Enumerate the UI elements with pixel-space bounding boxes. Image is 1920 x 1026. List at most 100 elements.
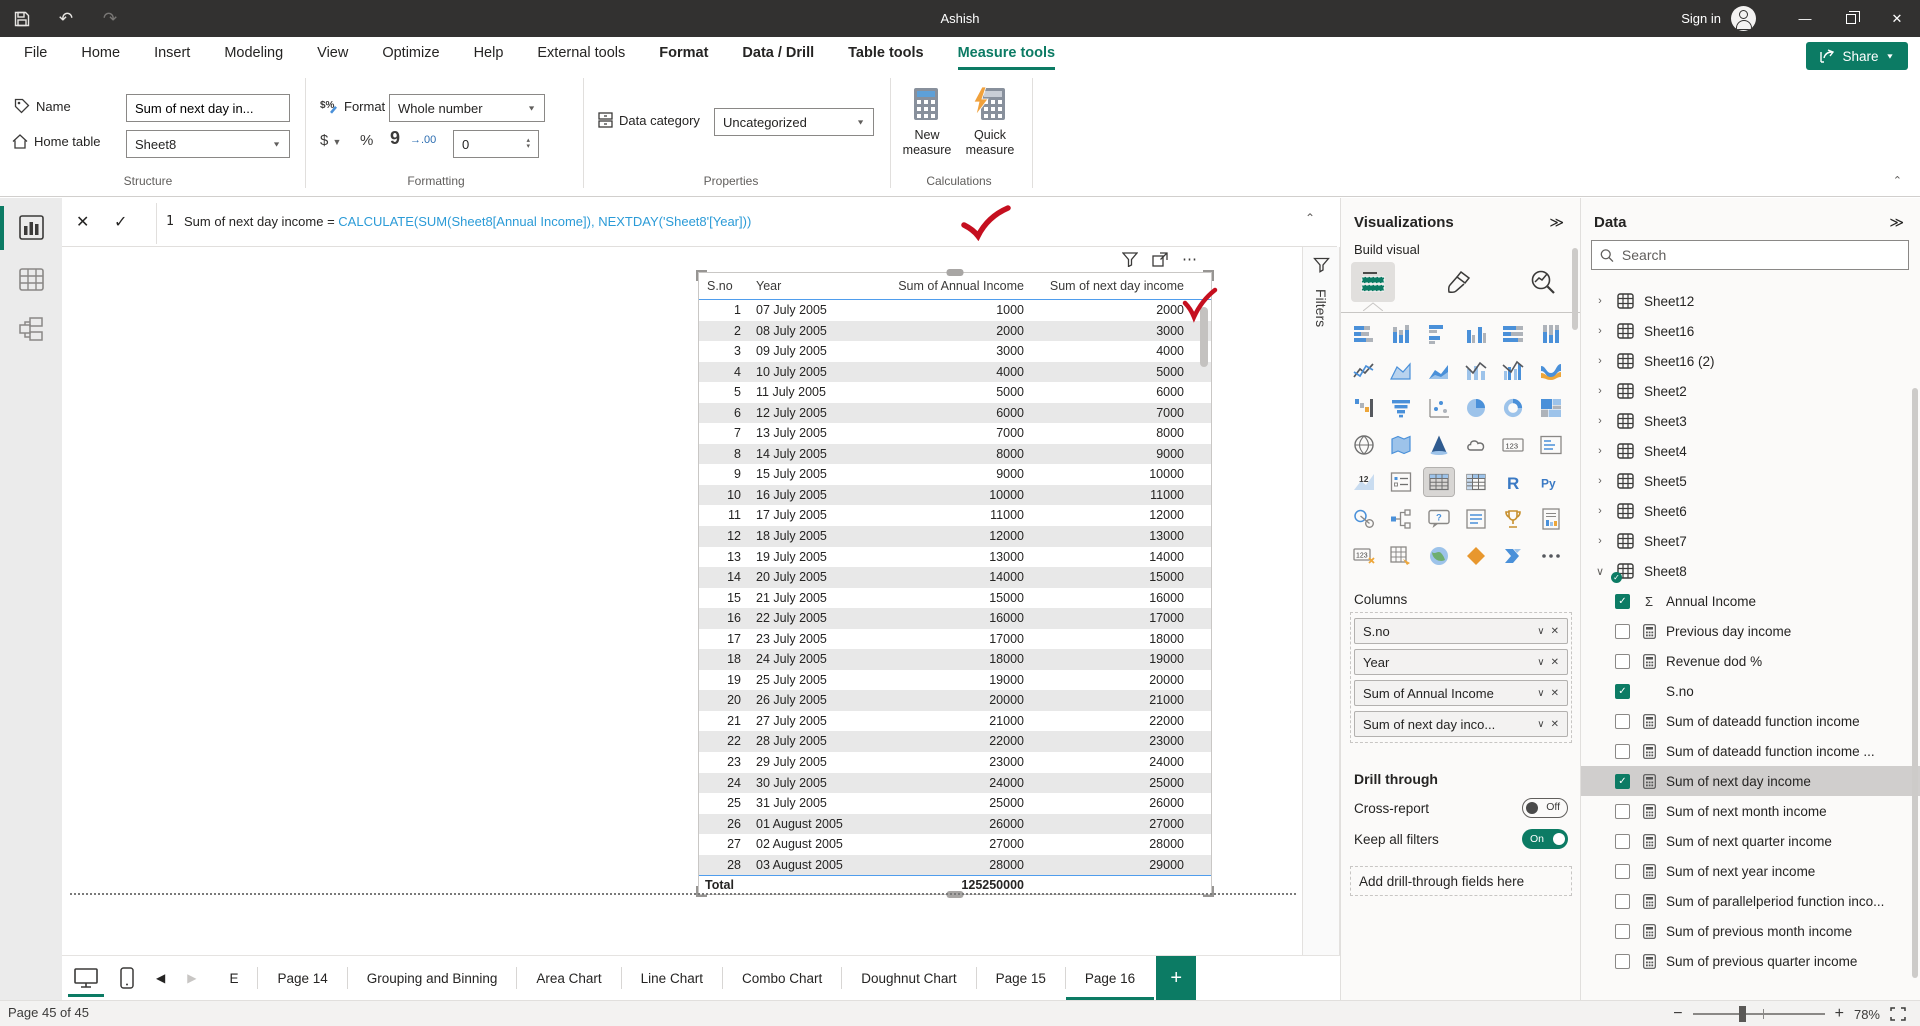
chevron-right-icon[interactable]: ›: [1593, 535, 1607, 547]
pie-chart-icon[interactable]: [1461, 394, 1491, 422]
slicer-icon[interactable]: [1386, 468, 1416, 496]
field-checkbox[interactable]: [1615, 894, 1630, 909]
format-select[interactable]: Whole number▼: [389, 94, 545, 122]
menu-tab-file[interactable]: File: [24, 37, 47, 70]
goals-icon[interactable]: [1498, 505, 1528, 533]
prev-page-icon[interactable]: ◀: [156, 971, 165, 985]
data-category-select[interactable]: Uncategorized▼: [714, 108, 874, 136]
menu-tab-help[interactable]: Help: [474, 37, 504, 70]
page-tab-page-16[interactable]: Page 16: [1066, 956, 1154, 1000]
field-checkbox[interactable]: [1615, 864, 1630, 879]
multi-row-card-icon[interactable]: [1536, 431, 1566, 459]
table-item-sheet6[interactable]: ›Sheet6: [1581, 496, 1920, 526]
data-view-icon[interactable]: [18, 266, 45, 293]
r-script-icon[interactable]: R: [1498, 468, 1528, 496]
zoom-slider-thumb[interactable]: [1739, 1006, 1746, 1022]
table-item-sheet8[interactable]: ∨✓Sheet8: [1581, 556, 1920, 586]
more-visuals-icon[interactable]: [1536, 542, 1566, 570]
clustered-bar-chart-icon[interactable]: [1424, 320, 1454, 348]
field-item-sum-of-next-year-income[interactable]: Sum of next year income: [1581, 856, 1920, 886]
field-item-s-no[interactable]: ✓S.no: [1581, 676, 1920, 706]
field-checkbox[interactable]: [1615, 834, 1630, 849]
chevron-right-icon[interactable]: ›: [1593, 415, 1607, 427]
field-checkbox[interactable]: [1615, 954, 1630, 969]
column-header[interactable]: S.no: [699, 273, 744, 299]
table-visual[interactable]: S.noYearSum of Annual IncomeSum of next …: [698, 272, 1212, 895]
quick-measure-button[interactable]: Quick measure: [958, 128, 1022, 158]
table-item-sheet4[interactable]: ›Sheet4: [1581, 436, 1920, 466]
field-checkbox[interactable]: [1615, 714, 1630, 729]
collapse-ribbon-icon[interactable]: ⌃: [1893, 174, 1902, 187]
decimal-places-stepper[interactable]: 0 ▴▾: [453, 130, 539, 158]
measure-name-input[interactable]: [126, 94, 290, 122]
field-checkbox[interactable]: ✓: [1615, 594, 1630, 609]
table-scrollbar[interactable]: [1200, 307, 1208, 367]
menu-tab-optimize[interactable]: Optimize: [382, 37, 439, 70]
decomposition-tree-icon[interactable]: [1386, 505, 1416, 533]
remove-x-icon[interactable]: ✕: [1551, 626, 1559, 637]
area-chart-icon[interactable]: [1386, 357, 1416, 385]
dax-formula[interactable]: Sum of next day income = CALCULATE(SUM(S…: [184, 214, 751, 230]
100-stacked-column-chart-icon[interactable]: [1536, 320, 1566, 348]
menu-tab-table-tools[interactable]: Table tools: [848, 37, 923, 70]
thousands-separator-icon[interactable]: 9: [390, 128, 400, 149]
page-tab-page-15[interactable]: Page 15: [977, 956, 1065, 1000]
close-icon[interactable]: ✕: [1874, 0, 1920, 37]
power-apps-icon[interactable]: [1461, 542, 1491, 570]
field-item-sum-of-parallelperiod-function-inco[interactable]: Sum of parallelperiod function inco...: [1581, 886, 1920, 916]
table-icon[interactable]: [1424, 468, 1454, 496]
funnel-chart-icon[interactable]: [1386, 394, 1416, 422]
field-checkbox[interactable]: [1615, 804, 1630, 819]
page-tab-e[interactable]: E: [210, 956, 257, 1000]
field-item-sum-of-dateadd-function-income[interactable]: Sum of dateadd function income ...: [1581, 736, 1920, 766]
minimize-icon[interactable]: —: [1782, 0, 1828, 37]
model-view-icon[interactable]: [18, 316, 45, 343]
menu-tab-external-tools[interactable]: External tools: [537, 37, 625, 70]
chevron-right-icon[interactable]: ›: [1593, 325, 1607, 337]
stacked-area-chart-icon[interactable]: [1424, 357, 1454, 385]
next-page-icon[interactable]: ▶: [187, 971, 196, 985]
save-icon[interactable]: [0, 0, 44, 37]
100-stacked-bar-chart-icon[interactable]: [1498, 320, 1528, 348]
redo-icon[interactable]: ↷: [88, 0, 132, 37]
column-header[interactable]: Year: [744, 273, 874, 299]
restore-icon[interactable]: [1828, 0, 1874, 37]
mobile-view-icon[interactable]: [120, 967, 134, 989]
field-item-sum-of-next-quarter-income[interactable]: Sum of next quarter income: [1581, 826, 1920, 856]
keep-all-filters-toggle[interactable]: On: [1522, 829, 1568, 849]
add-drill-through-dropzone[interactable]: Add drill-through fields here: [1350, 866, 1572, 896]
power-automate-icon[interactable]: [1498, 542, 1528, 570]
stepper-arrows-icon[interactable]: ▴▾: [526, 138, 530, 150]
field-checkbox[interactable]: [1615, 744, 1630, 759]
waterfall-chart-icon[interactable]: [1349, 394, 1379, 422]
zoom-percent[interactable]: 78%: [1854, 1007, 1880, 1022]
chevron-down-icon[interactable]: ∨: [1537, 626, 1544, 637]
menu-tab-format[interactable]: Format: [659, 37, 708, 70]
filled-map-icon[interactable]: [1386, 431, 1416, 459]
shape-map-icon[interactable]: [1461, 431, 1491, 459]
field-item-revenue-dod[interactable]: Revenue dod %: [1581, 646, 1920, 676]
chevron-right-icon[interactable]: ›: [1593, 475, 1607, 487]
formula-bar[interactable]: ✕ ✓ 1 Sum of next day income = CALCULATE…: [62, 198, 1337, 247]
card-icon[interactable]: 123: [1498, 431, 1528, 459]
chevron-down-icon[interactable]: ∨: [1537, 657, 1544, 668]
desktop-view-icon[interactable]: [74, 968, 98, 988]
paginated-report-icon[interactable]: [1536, 505, 1566, 533]
field-item-sum-of-previous-month-income[interactable]: Sum of previous month income: [1581, 916, 1920, 946]
zoom-slider[interactable]: [1693, 1013, 1825, 1015]
page-tab-doughnut-chart[interactable]: Doughnut Chart: [842, 956, 975, 1000]
chevron-right-icon[interactable]: ›: [1593, 295, 1607, 307]
stacked-column-chart-icon[interactable]: [1386, 320, 1416, 348]
decimal-places-icon[interactable]: →.00: [410, 134, 436, 146]
page-tab-area-chart[interactable]: Area Chart: [517, 956, 620, 1000]
page-tab-grouping-and-binning[interactable]: Grouping and Binning: [348, 956, 517, 1000]
cancel-icon[interactable]: ✕: [76, 212, 89, 232]
line-chart-icon[interactable]: [1349, 357, 1379, 385]
field-checkbox[interactable]: [1615, 654, 1630, 669]
add-page-button[interactable]: +: [1156, 956, 1196, 1000]
page-tab-page-14[interactable]: Page 14: [258, 956, 346, 1000]
field-well-pill[interactable]: Year∨✕: [1354, 649, 1568, 675]
arcgis-map-icon[interactable]: [1424, 542, 1454, 570]
table-item-sheet7[interactable]: ›Sheet7: [1581, 526, 1920, 556]
filter-icon[interactable]: [1122, 252, 1138, 267]
